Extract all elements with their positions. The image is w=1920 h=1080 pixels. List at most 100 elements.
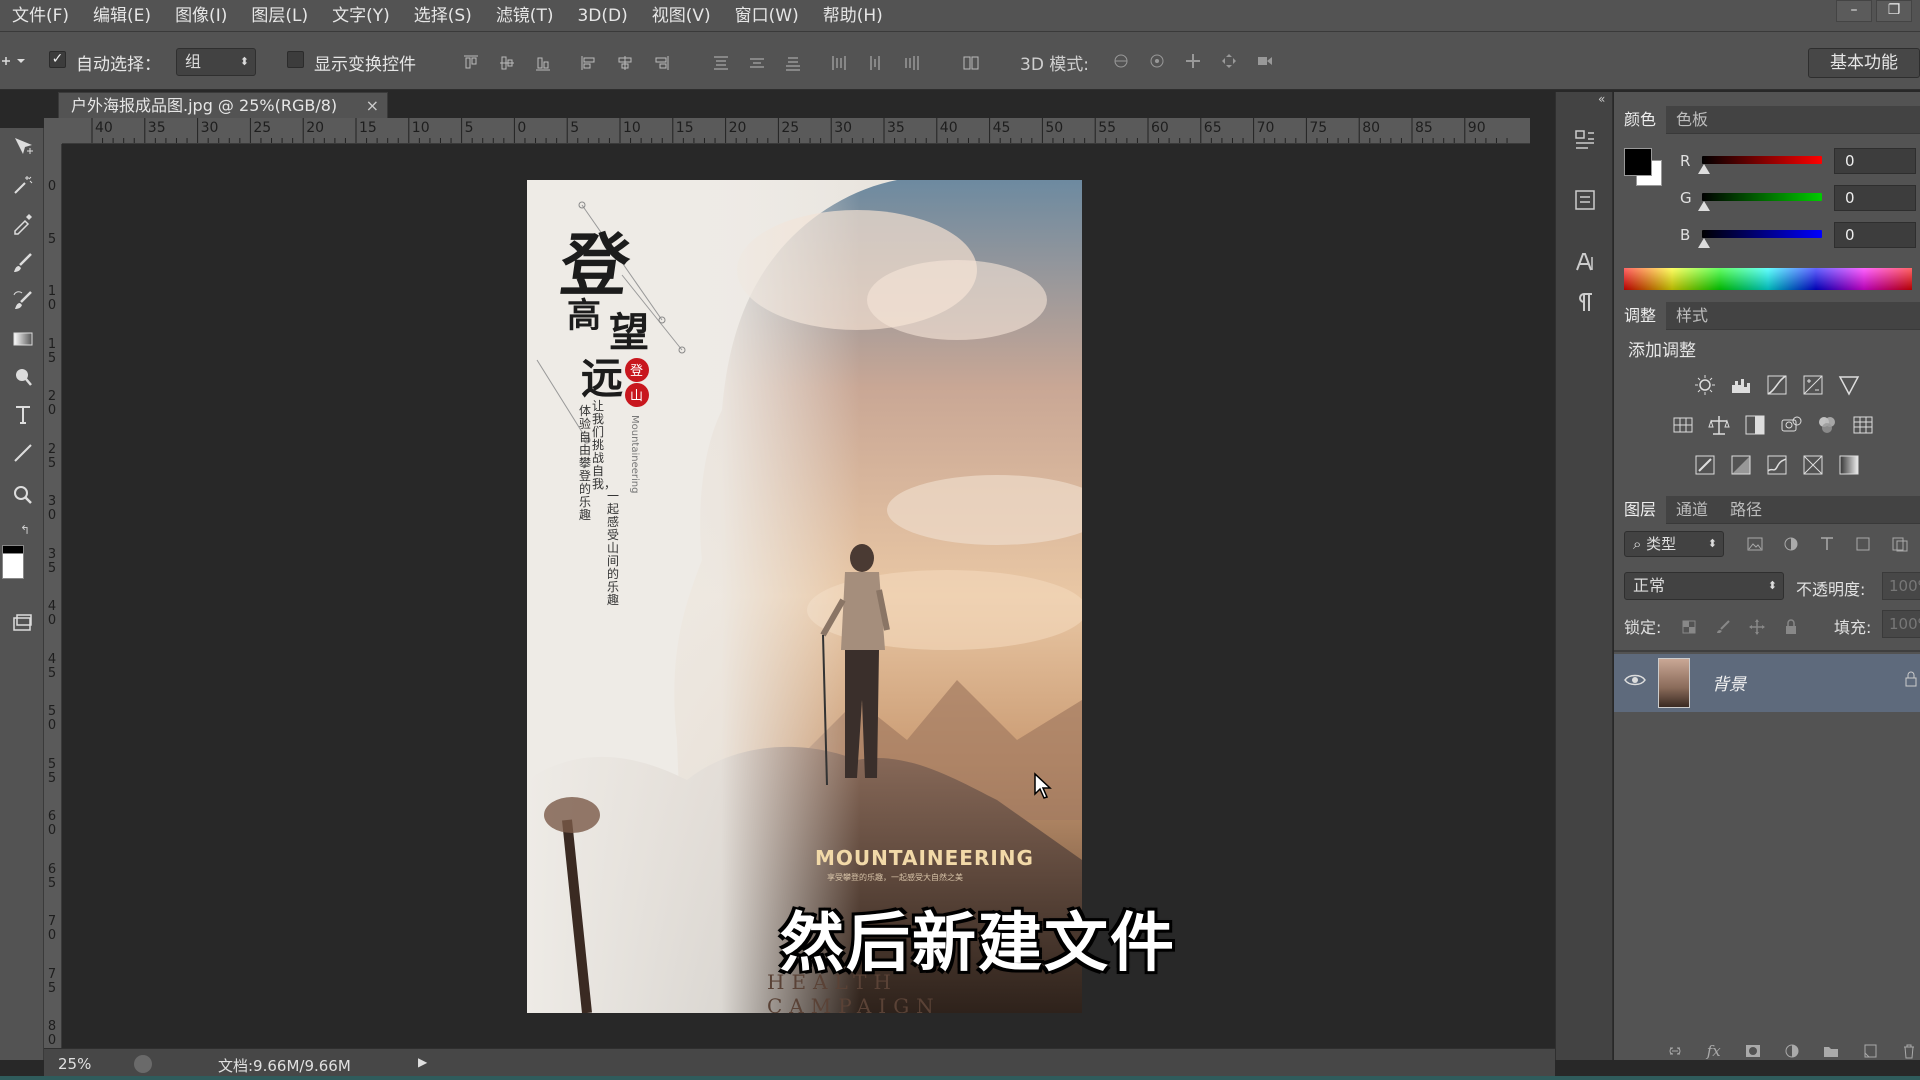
g-slider[interactable]	[1702, 193, 1822, 201]
tab-paths[interactable]: 路径	[1720, 496, 1772, 524]
link-layers-button[interactable]	[1664, 1042, 1685, 1060]
fx-icon[interactable]: fx	[1703, 1042, 1724, 1060]
new-adjustment-layer-button[interactable]	[1781, 1042, 1802, 1060]
filter-type-button[interactable]	[1816, 533, 1838, 555]
pan-3d-button[interactable]	[1182, 50, 1204, 72]
lock-position-button[interactable]	[1746, 616, 1768, 638]
channel-mixer-button[interactable]	[1814, 412, 1840, 438]
layer-visibility-eye-icon[interactable]	[1624, 672, 1646, 692]
add-mask-button[interactable]	[1742, 1042, 1763, 1060]
filter-pixel-button[interactable]	[1744, 533, 1766, 555]
b-slider[interactable]	[1702, 230, 1822, 238]
tab-channels[interactable]: 通道	[1666, 496, 1718, 524]
align-left-button[interactable]	[578, 52, 600, 74]
vibrance-button[interactable]	[1836, 372, 1862, 398]
eyedropper-tool[interactable]	[8, 208, 38, 238]
roll-3d-button[interactable]	[1146, 50, 1168, 72]
layer-row-background[interactable]: 背景	[1614, 654, 1920, 712]
properties-panel-button[interactable]	[1571, 186, 1599, 214]
dodge-tool[interactable]	[8, 362, 38, 392]
tab-styles[interactable]: 样式	[1666, 302, 1718, 330]
restore-button[interactable]: ❐	[1876, 0, 1912, 22]
tab-layers[interactable]: 图层	[1614, 496, 1667, 524]
distribute-hcenter-button[interactable]	[864, 52, 886, 74]
poster-image[interactable]: 登 高 望 远 登 山 让我们挑战自我， 体验自由攀登的乐趣 一起感受山间的乐趣…	[527, 180, 1082, 1013]
menu-layer[interactable]: 图层(L)	[239, 0, 320, 32]
align-vcenter-button[interactable]	[496, 52, 518, 74]
zoom-tool[interactable]	[8, 480, 38, 510]
menu-help[interactable]: 帮助(H)	[811, 0, 895, 32]
menu-view[interactable]: 视图(V)	[640, 0, 723, 32]
slide-3d-button[interactable]	[1218, 50, 1240, 72]
layer-name[interactable]: 背景	[1712, 670, 1746, 695]
collapse-dock-icon[interactable]: «	[1598, 92, 1605, 106]
align-bottom-button[interactable]	[532, 52, 554, 74]
g-value-field[interactable]: 0	[1834, 185, 1916, 211]
close-tab-icon[interactable]: ×	[366, 93, 379, 119]
delete-layer-button[interactable]	[1899, 1042, 1920, 1060]
background-color-swatch[interactable]	[2, 553, 24, 579]
rotate-3d-button[interactable]	[1110, 50, 1132, 72]
new-group-button[interactable]	[1821, 1042, 1842, 1060]
minimize-button[interactable]: –	[1836, 0, 1872, 22]
opacity-field[interactable]: 100%	[1882, 572, 1920, 600]
filter-adjustment-button[interactable]	[1780, 533, 1802, 555]
filter-shape-button[interactable]	[1852, 533, 1874, 555]
magic-wand-tool[interactable]	[8, 170, 38, 200]
character-panel-button[interactable]	[1571, 248, 1599, 276]
swap-colors-icon[interactable]: ↰	[20, 523, 30, 537]
type-tool[interactable]	[8, 400, 38, 430]
posterize-button[interactable]	[1728, 452, 1754, 478]
align-hcenter-button[interactable]	[614, 52, 636, 74]
menu-filter[interactable]: 滤镜(T)	[484, 0, 566, 32]
curves-button[interactable]	[1764, 372, 1790, 398]
black-white-button[interactable]	[1742, 412, 1768, 438]
scale-3d-button[interactable]	[1254, 50, 1276, 72]
distribute-right-button[interactable]	[900, 52, 922, 74]
align-right-button[interactable]	[650, 52, 672, 74]
new-layer-button[interactable]	[1860, 1042, 1881, 1060]
move-tool[interactable]	[8, 132, 38, 162]
status-menu-arrow-icon[interactable]: ▶	[418, 1055, 427, 1069]
tab-swatches[interactable]: 色板	[1666, 106, 1718, 134]
menu-window[interactable]: 窗口(W)	[723, 0, 811, 32]
menu-edit[interactable]: 编辑(E)	[81, 0, 163, 32]
exposure-button[interactable]	[1800, 372, 1826, 398]
auto-align-button[interactable]	[960, 52, 982, 74]
hue-saturation-button[interactable]	[1670, 412, 1696, 438]
r-value-field[interactable]: 0	[1834, 148, 1916, 174]
color-lookup-button[interactable]	[1850, 412, 1876, 438]
tool-preset-picker[interactable]	[0, 48, 28, 74]
menu-file[interactable]: 文件(F)	[0, 0, 81, 32]
blend-mode-dropdown[interactable]: 正常 ⬍	[1624, 572, 1784, 600]
history-brush-tool[interactable]	[8, 286, 38, 316]
selective-color-button[interactable]	[1800, 452, 1826, 478]
r-slider[interactable]	[1702, 156, 1822, 164]
b-value-field[interactable]: 0	[1834, 222, 1916, 248]
auto-select-checkbox[interactable]: ✓	[49, 51, 66, 68]
threshold-button[interactable]	[1764, 452, 1790, 478]
line-tool[interactable]	[8, 438, 38, 468]
menu-type[interactable]: 文字(Y)	[320, 0, 402, 32]
ruler-horizontal[interactable]: 40 35 30 25 20 15 10 5 0 5 10 15 20 25 30 35 40 45 50 55 60 6…	[62, 118, 1530, 144]
tab-adjustments[interactable]: 调整	[1614, 302, 1667, 330]
menu-select[interactable]: 选择(S)	[402, 0, 484, 32]
screen-mode-tool[interactable]	[8, 608, 38, 638]
color-swatches[interactable]: ↰	[2, 523, 42, 593]
lock-transparent-button[interactable]	[1678, 616, 1700, 638]
r-slider-thumb[interactable]	[1698, 164, 1710, 174]
document-tab[interactable]: 户外海报成品图.jpg @ 25%(RGB/8) ×	[58, 92, 388, 118]
tab-color[interactable]: 颜色	[1614, 106, 1667, 134]
fill-field[interactable]: 100%	[1882, 610, 1920, 638]
gradient-tool[interactable]	[8, 324, 38, 354]
foreground-color[interactable]	[1624, 148, 1652, 176]
menu-image[interactable]: 图像(I)	[163, 0, 239, 32]
lock-all-button[interactable]	[1780, 616, 1802, 638]
color-spectrum-bar[interactable]	[1624, 268, 1912, 290]
color-balance-button[interactable]	[1706, 412, 1732, 438]
distribute-vcenter-button[interactable]	[746, 52, 768, 74]
gradient-map-button[interactable]	[1836, 452, 1862, 478]
auto-select-dropdown[interactable]: 组 ⬍	[176, 48, 256, 76]
paragraph-panel-button[interactable]	[1571, 288, 1599, 316]
g-slider-thumb[interactable]	[1698, 201, 1710, 211]
